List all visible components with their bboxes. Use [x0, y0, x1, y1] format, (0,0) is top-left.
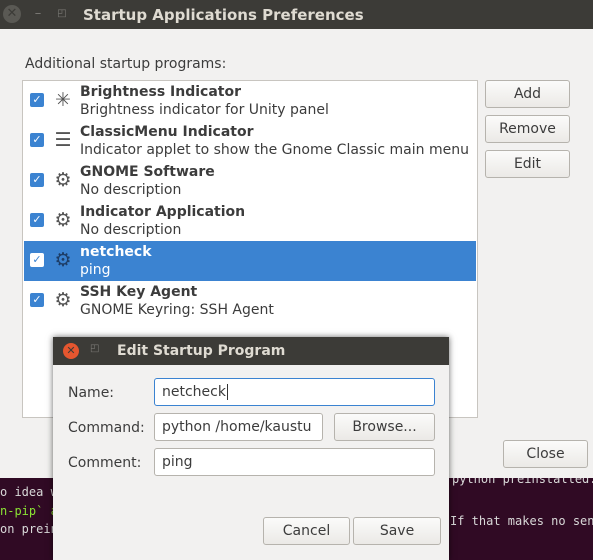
gear-icon: ⚙ — [54, 289, 72, 311]
checkbox[interactable]: ✓ — [30, 293, 44, 307]
terminal-line: o idea w — [0, 485, 58, 499]
list-item-selected[interactable]: ✓ ⚙ netcheck ping — [24, 241, 476, 281]
browse-button[interactable]: Browse... — [334, 413, 435, 441]
program-name: netcheck — [80, 244, 152, 260]
checkbox[interactable]: ✓ — [30, 93, 44, 107]
program-description: No description — [80, 222, 182, 238]
list-item[interactable]: ✓ ☰ ClassicMenu Indicator Indicator appl… — [24, 121, 476, 161]
program-description: Indicator applet to show the Gnome Class… — [80, 142, 469, 158]
maximize-icon[interactable]: ◰ — [53, 5, 71, 23]
checkbox[interactable]: ✓ — [30, 133, 44, 147]
dialog-titlebar: ✕ ◰ Edit Startup Program — [53, 337, 449, 365]
program-name: SSH Key Agent — [80, 284, 198, 300]
command-field[interactable]: python /home/kaustu — [154, 413, 323, 441]
brightness-icon: ✳ — [55, 89, 71, 111]
close-icon[interactable]: ✕ — [63, 343, 79, 359]
text-caret — [226, 384, 228, 400]
gear-icon: ⚙ — [54, 209, 72, 231]
program-description: GNOME Keyring: SSH Agent — [80, 302, 274, 318]
checkbox[interactable]: ✓ — [30, 173, 44, 187]
name-field[interactable]: netcheck — [154, 378, 435, 406]
edit-button[interactable]: Edit — [485, 150, 570, 178]
list-item[interactable]: ✓ ✳ Brightness Indicator Brightness indi… — [24, 81, 476, 121]
program-description: Brightness indicator for Unity panel — [80, 102, 329, 118]
menu-icon: ☰ — [54, 129, 72, 151]
dialog-title: Edit Startup Program — [117, 343, 286, 359]
name-value: netcheck — [162, 384, 226, 400]
edit-startup-program-dialog: ✕ ◰ Edit Startup Program Name: netcheck … — [53, 337, 449, 560]
command-label: Command: — [68, 420, 145, 436]
gear-icon: ⚙ — [54, 249, 72, 271]
name-label: Name: — [68, 385, 115, 401]
cancel-button[interactable]: Cancel — [263, 517, 350, 545]
maximize-icon[interactable]: ◰ — [90, 343, 99, 354]
window-title: Startup Applications Preferences — [83, 6, 364, 24]
terminal-line: If that makes no sense — [450, 514, 593, 528]
checkbox[interactable]: ✓ — [30, 253, 44, 267]
close-button[interactable]: Close — [503, 440, 588, 468]
program-name: GNOME Software — [80, 164, 215, 180]
program-name: ClassicMenu Indicator — [80, 124, 254, 140]
program-name: Indicator Application — [80, 204, 246, 220]
section-label: Additional startup programs: — [25, 56, 227, 72]
minimize-icon[interactable]: – — [29, 5, 47, 23]
program-name: Brightness Indicator — [80, 84, 242, 100]
save-button[interactable]: Save — [353, 517, 441, 545]
window-titlebar: ✕ – ◰ Startup Applications Preferences — [0, 0, 593, 29]
list-item[interactable]: ✓ ⚙ Indicator Application No description — [24, 201, 476, 241]
list-item[interactable]: ✓ ⚙ GNOME Software No description — [24, 161, 476, 201]
terminal-line: on prein — [0, 522, 58, 536]
add-button[interactable]: Add — [485, 80, 570, 108]
comment-field[interactable]: ping — [154, 448, 435, 476]
close-icon[interactable]: ✕ — [3, 5, 21, 23]
checkbox[interactable]: ✓ — [30, 213, 44, 227]
list-item[interactable]: ✓ ⚙ SSH Key Agent GNOME Keyring: SSH Age… — [24, 281, 476, 321]
remove-button[interactable]: Remove — [485, 115, 570, 143]
program-description: No description — [80, 182, 182, 198]
gear-icon: ⚙ — [54, 169, 72, 191]
comment-label: Comment: — [68, 455, 142, 471]
program-description: ping — [80, 262, 111, 278]
terminal-line: n-pip` a — [0, 504, 58, 518]
